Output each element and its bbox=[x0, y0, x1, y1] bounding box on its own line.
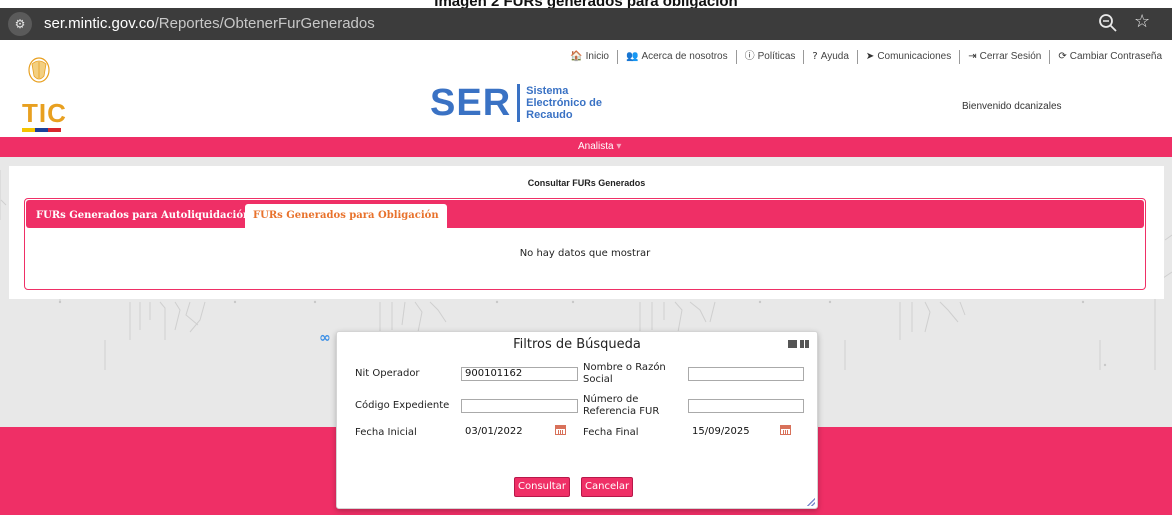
help-icon: ? bbox=[812, 51, 818, 62]
codigo-label: Código Expediente bbox=[355, 400, 450, 411]
nav-label: Inicio bbox=[585, 51, 609, 62]
ser-logo: SER Sistema Electrónico de Recaudo bbox=[430, 84, 602, 122]
fecha-final-input[interactable]: 15/09/2025 bbox=[688, 425, 784, 439]
tab-obligacion[interactable]: FURs Generados para Obligación bbox=[245, 204, 447, 228]
results-panel: Consultar FURs Generados FURs Generados … bbox=[9, 166, 1164, 299]
calendar-icon[interactable] bbox=[555, 425, 566, 435]
ser-subtitle-line: Recaudo bbox=[526, 109, 573, 121]
users-icon: 👥 bbox=[626, 51, 639, 62]
ser-wordmark: SER bbox=[430, 82, 512, 124]
tabs-header: FURs Generados para Autoliquidación FURs… bbox=[26, 200, 1144, 228]
empty-message: No hay datos que mostrar bbox=[519, 248, 651, 259]
logout-icon: ⇥ bbox=[968, 51, 977, 62]
ser-subtitle-line: Sistema bbox=[526, 85, 569, 97]
nav-ayuda[interactable]: ? Ayuda bbox=[803, 50, 857, 64]
role-label: Analista bbox=[578, 141, 614, 152]
codigo-input[interactable] bbox=[461, 399, 578, 413]
refresh-icon: ⟳ bbox=[1058, 51, 1067, 62]
dialog-title: Filtros de Búsqueda bbox=[513, 337, 641, 352]
info-icon: ⓘ bbox=[744, 51, 755, 62]
nit-input[interactable]: 900101162 bbox=[461, 367, 578, 381]
tile-icon[interactable] bbox=[800, 340, 809, 348]
role-menu[interactable]: Analista ▾ bbox=[578, 141, 621, 152]
site-header: 🏠 Inicio 👥 Acerca de nosotros ⓘ Políticas ?… bbox=[0, 40, 1172, 137]
resize-handle[interactable] bbox=[807, 498, 815, 506]
welcome-message: Bienvenido dcanizales bbox=[962, 101, 1062, 112]
nav-inicio[interactable]: 🏠 Inicio bbox=[562, 50, 617, 64]
nav-comunicaciones[interactable]: ➤ Comunicaciones bbox=[856, 50, 959, 64]
colombia-crest-icon bbox=[28, 57, 50, 83]
bookmark-star-icon[interactable]: ☆ bbox=[1134, 11, 1150, 32]
url-field[interactable]: ser.mintic.gov.co/Reportes/ObtenerFurGen… bbox=[44, 15, 375, 32]
site-settings-icon[interactable]: ⚙ bbox=[8, 12, 32, 36]
binoculars-icon[interactable]: ∞ bbox=[319, 330, 331, 346]
nav-cambiar-contrasena[interactable]: ⟳ Cambiar Contraseña bbox=[1049, 50, 1170, 64]
minimize-icon[interactable] bbox=[788, 340, 797, 348]
browser-address-bar: ⚙ ser.mintic.gov.co/Reportes/ObtenerFurG… bbox=[0, 8, 1172, 40]
tab-autoliquidacion[interactable]: FURs Generados para Autoliquidación bbox=[28, 204, 258, 228]
top-navigation: 🏠 Inicio 👥 Acerca de nosotros ⓘ Políticas ?… bbox=[562, 50, 1170, 64]
search-filters-dialog: Filtros de Búsqueda Nit Operador 9001011… bbox=[336, 331, 818, 509]
ser-subtitle: Sistema Electrónico de Recaudo bbox=[526, 85, 602, 121]
nav-label: Cambiar Contraseña bbox=[1069, 51, 1162, 62]
chevron-down-icon: ▾ bbox=[616, 141, 622, 152]
dialog-window-controls bbox=[788, 340, 809, 348]
main-menu-bar: Analista ▾ bbox=[0, 137, 1172, 157]
nav-label: Políticas bbox=[757, 51, 796, 62]
tic-logo: TIC bbox=[22, 98, 67, 128]
tabs-container: FURs Generados para Autoliquidación FURs… bbox=[24, 198, 1146, 290]
fecha-final-label: Fecha Final bbox=[583, 427, 639, 438]
home-icon: 🏠 bbox=[570, 51, 583, 62]
nav-cerrar-sesion[interactable]: ⇥ Cerrar Sesión bbox=[959, 50, 1049, 64]
tic-flag-stripe bbox=[22, 128, 61, 132]
fecha-inicial-label: Fecha Inicial bbox=[355, 427, 417, 438]
ser-subtitle-line: Electrónico de bbox=[526, 97, 602, 109]
screen: Imagen 2 FURs generados para obligación … bbox=[0, 0, 1172, 515]
zoom-icon[interactable] bbox=[1097, 12, 1119, 34]
referencia-label: Número de Referencia FUR bbox=[583, 394, 660, 417]
nav-label: Cerrar Sesión bbox=[979, 51, 1042, 62]
url-domain: ser.mintic.gov.co bbox=[44, 15, 155, 32]
consultar-button[interactable]: Consultar bbox=[514, 477, 570, 497]
referencia-input[interactable] bbox=[688, 399, 804, 413]
panel-title: Consultar FURs Generados bbox=[527, 178, 646, 188]
ser-divider bbox=[517, 84, 521, 122]
nit-label: Nit Operador bbox=[355, 368, 420, 379]
calendar-icon[interactable] bbox=[780, 425, 791, 435]
cancelar-button[interactable]: Cancelar bbox=[581, 477, 634, 497]
fecha-inicial-input[interactable]: 03/01/2022 bbox=[461, 425, 557, 439]
send-icon: ➤ bbox=[865, 51, 875, 62]
nav-acerca-de-nosotros[interactable]: 👥 Acerca de nosotros bbox=[617, 50, 736, 64]
nav-label: Ayuda bbox=[820, 51, 849, 62]
nav-label: Acerca de nosotros bbox=[641, 51, 728, 62]
nombre-input[interactable] bbox=[688, 367, 804, 381]
nav-label: Comunicaciones bbox=[877, 51, 952, 62]
nombre-label: Nombre o Razón Social bbox=[583, 362, 666, 385]
url-path: /Reportes/ObtenerFurGenerados bbox=[154, 15, 375, 32]
nav-politicas[interactable]: ⓘ Políticas bbox=[735, 50, 804, 64]
